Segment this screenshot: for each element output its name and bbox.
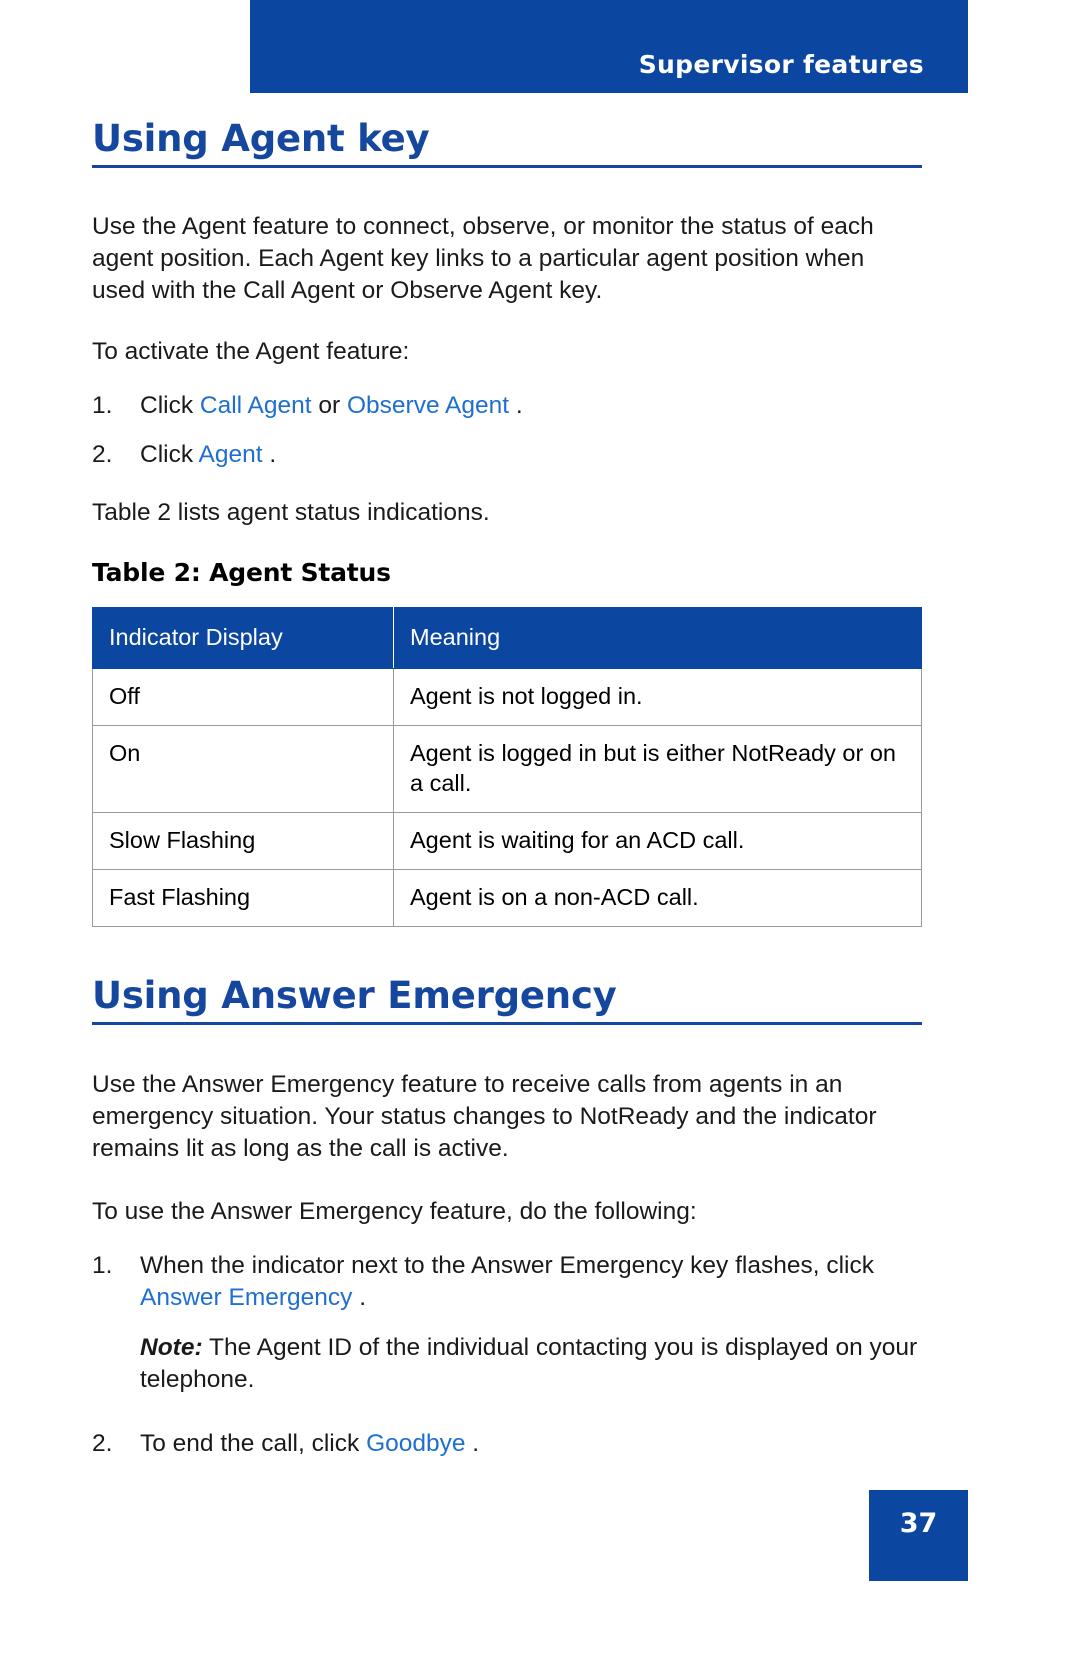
section-using-agent-key: Using Agent key Use the Agent feature to… bbox=[92, 117, 922, 928]
section-lead-in: To activate the Agent feature: bbox=[92, 338, 410, 366]
table-column-header-meaning: Meaning bbox=[393, 606, 922, 669]
table-cell-meaning: Agent is waiting for an ACD call. bbox=[393, 812, 922, 871]
page-content: Using Agent key Use the Agent feature to… bbox=[92, 0, 922, 1460]
table-row: Slow Flashing Agent is waiting for an AC… bbox=[92, 812, 922, 871]
list-item: 1. Click Call Agent or Observe Agent . bbox=[92, 390, 922, 422]
step-text-after: . bbox=[465, 1430, 480, 1458]
section-heading-using-answer-emergency: Using Answer Emergency bbox=[92, 974, 617, 1018]
note-spacer bbox=[92, 1332, 140, 1396]
list-item-number: 1. bbox=[92, 392, 113, 420]
step-text-before: To end the call, click bbox=[140, 1430, 367, 1458]
step-text-middle: or bbox=[311, 392, 347, 420]
list-item-number: 2. bbox=[92, 1430, 113, 1458]
table-lead-in: Table 2 lists agent status indications. bbox=[92, 499, 490, 527]
steps-list-answer-emergency: 1. When the indicator next to the Answer… bbox=[92, 1250, 922, 1460]
section-heading-using-agent-key: Using Agent key bbox=[92, 117, 430, 160]
page-number: 37 bbox=[899, 1508, 938, 1539]
table-cell-indicator: On bbox=[92, 725, 394, 814]
key-link-call-agent[interactable]: Call Agent bbox=[200, 392, 312, 419]
table-header-row: Indicator Display Meaning bbox=[92, 606, 922, 669]
step-text-after: . bbox=[352, 1283, 367, 1311]
key-link-agent[interactable]: Agent bbox=[199, 441, 263, 468]
key-link-observe-agent[interactable]: Observe Agent bbox=[347, 392, 509, 419]
section-lead-in: To use the Answer Emergency feature, do … bbox=[92, 1197, 697, 1225]
step-text-before: Click bbox=[140, 392, 200, 420]
section-intro-paragraph: Use the Agent feature to connect, observ… bbox=[92, 212, 874, 304]
list-item-text: To end the call, click Goodbye . bbox=[140, 1428, 922, 1460]
list-item-number: 1. bbox=[92, 1251, 113, 1279]
step-text-after: . bbox=[509, 392, 523, 420]
table-row: On Agent is logged in but is either NotR… bbox=[92, 725, 922, 814]
agent-status-table: Indicator Display Meaning Off Agent is n… bbox=[92, 606, 922, 928]
table-column-header-indicator-display: Indicator Display bbox=[92, 606, 394, 669]
step-text-after: . bbox=[262, 441, 277, 469]
list-item-text: Click Call Agent or Observe Agent . bbox=[140, 390, 922, 422]
key-link-answer-emergency[interactable]: Answer Emergency bbox=[140, 1284, 352, 1311]
list-item: 2. To end the call, click Goodbye . bbox=[92, 1428, 922, 1460]
list-item-text: Click Agent . bbox=[140, 439, 922, 471]
page-number-box: 37 bbox=[869, 1490, 968, 1581]
table-cell-meaning: Agent is not logged in. bbox=[393, 667, 922, 727]
heading-rule bbox=[92, 164, 922, 168]
table-row: Fast Flashing Agent is on a non-ACD call… bbox=[92, 869, 922, 928]
table-cell-indicator: Slow Flashing bbox=[92, 812, 394, 871]
section-intro-paragraph: Use the Answer Emergency feature to rece… bbox=[92, 1071, 877, 1162]
step-text-before: When the indicator next to the Answer Em… bbox=[140, 1251, 874, 1279]
table-cell-meaning: Agent is logged in but is either NotRead… bbox=[393, 725, 922, 814]
step-text-before: Click bbox=[140, 441, 199, 469]
note-body: The Agent ID of the individual contactin… bbox=[140, 1334, 918, 1394]
note-label: Note: bbox=[140, 1334, 203, 1362]
table-row: Off Agent is not logged in. bbox=[92, 667, 922, 727]
table-cell-meaning: Agent is on a non-ACD call. bbox=[393, 869, 922, 928]
list-item: 2. Click Agent . bbox=[92, 439, 922, 471]
list-item-text: When the indicator next to the Answer Em… bbox=[140, 1250, 922, 1314]
note-text: Note: The Agent ID of the individual con… bbox=[140, 1332, 922, 1396]
heading-rule bbox=[92, 1022, 922, 1026]
note-block: Note: The Agent ID of the individual con… bbox=[92, 1332, 922, 1396]
table-cell-indicator: Fast Flashing bbox=[92, 869, 394, 928]
table-cell-indicator: Off bbox=[92, 667, 394, 727]
table-caption: Table 2: Agent Status bbox=[92, 557, 391, 587]
list-item-number: 2. bbox=[92, 441, 113, 469]
section-using-answer-emergency: Using Answer Emergency Use the Answer Em… bbox=[92, 976, 922, 1460]
key-link-goodbye[interactable]: Goodbye bbox=[366, 1430, 465, 1457]
steps-list-agent: 1. Click Call Agent or Observe Agent . 2… bbox=[92, 390, 922, 471]
list-item: 1. When the indicator next to the Answer… bbox=[92, 1250, 922, 1314]
